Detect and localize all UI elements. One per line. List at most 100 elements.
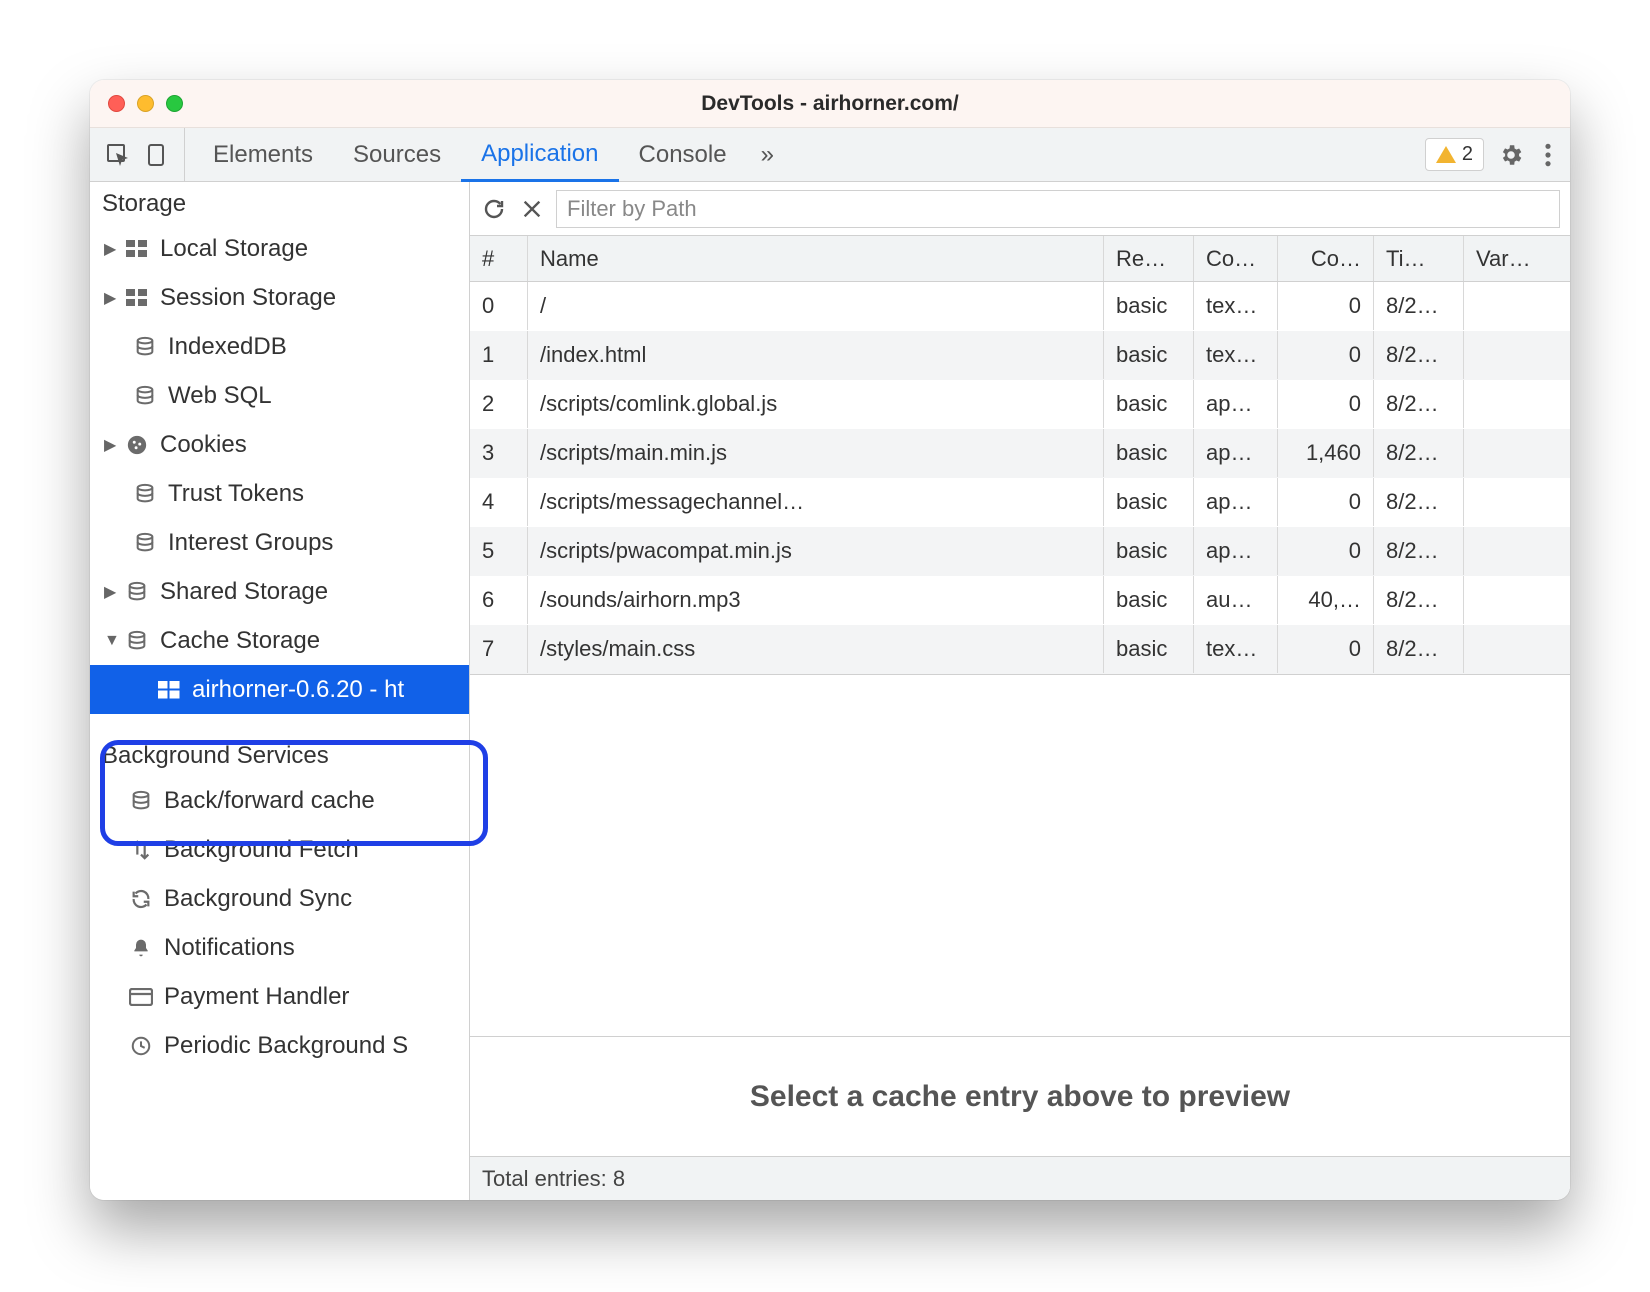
sidebar-item-interest-groups[interactable]: Interest Groups (90, 518, 469, 567)
sidebar-item-label: IndexedDB (168, 333, 287, 361)
cell: 0 (1278, 380, 1374, 428)
col-vary[interactable]: Var… (1464, 236, 1570, 281)
cell: 8/2… (1374, 282, 1464, 330)
cell: tex… (1194, 282, 1278, 330)
sidebar-item-notifications[interactable]: Notifications (90, 923, 469, 972)
table-row[interactable]: 3/scripts/main.min.jsbasicap…1,4608/2… (470, 429, 1570, 478)
sidebar-item-shared-storage[interactable]: ▶ Shared Storage (90, 567, 469, 616)
sidebar-item-cookies[interactable]: ▶Cookies (90, 420, 469, 469)
col-response[interactable]: Re… (1104, 236, 1194, 281)
maximize-window-icon[interactable] (166, 95, 183, 112)
cell: /scripts/pwacompat.min.js (528, 527, 1104, 575)
settings-icon[interactable] (1492, 142, 1530, 168)
table-row[interactable]: 1/index.htmlbasictex…08/2… (470, 331, 1570, 380)
filter-input[interactable] (556, 190, 1560, 228)
device-toolbar-icon[interactable] (142, 141, 170, 169)
warnings-badge[interactable]: 2 (1425, 138, 1484, 171)
tab-application[interactable]: Application (461, 128, 618, 182)
cell: 40,… (1278, 576, 1374, 624)
table-row[interactable]: 7/styles/main.cssbasictex…08/2… (470, 625, 1570, 674)
db-icon (124, 628, 150, 654)
sidebar-item-label: Web SQL (168, 382, 272, 410)
cell: tex… (1194, 331, 1278, 379)
window-controls (108, 95, 183, 112)
table-row[interactable]: 5/scripts/pwacompat.min.jsbasicap…08/2… (470, 527, 1570, 576)
sidebar-item-airhorner-0-6-20-ht[interactable]: airhorner-0.6.20 - ht (90, 665, 469, 714)
overflow-tabs-icon[interactable]: » (747, 128, 788, 181)
cell: basic (1104, 576, 1194, 624)
minimize-window-icon[interactable] (137, 95, 154, 112)
table-row[interactable]: 0/basictex…08/2… (470, 282, 1570, 331)
cell: basic (1104, 478, 1194, 526)
cell: basic (1104, 429, 1194, 477)
sidebar-item-back-forward-cache[interactable]: Back/forward cache (90, 776, 469, 825)
sidebar-item-label: Shared Storage (160, 578, 328, 606)
warning-count: 2 (1462, 143, 1473, 166)
cell: /styles/main.css (528, 625, 1104, 673)
col-time[interactable]: Ti… (1374, 236, 1464, 281)
tab-console[interactable]: Console (619, 128, 747, 181)
cell: ap… (1194, 380, 1278, 428)
cell: ap… (1194, 527, 1278, 575)
cell: tex… (1194, 625, 1278, 673)
sidebar-item-session-storage[interactable]: ▶Session Storage (90, 273, 469, 322)
sidebar-item-label: Background Sync (164, 885, 352, 913)
cell: 5 (470, 527, 528, 575)
sidebar-item-label: Local Storage (160, 235, 308, 263)
cell (1464, 625, 1570, 673)
chevron-down-icon: ▼ (104, 632, 120, 650)
cell: ap… (1194, 478, 1278, 526)
col-name[interactable]: Name (528, 236, 1104, 281)
cell: 0 (1278, 331, 1374, 379)
table-footer: Total entries: 8 (470, 1156, 1570, 1200)
cell (1464, 331, 1570, 379)
cell: basic (1104, 331, 1194, 379)
table-row[interactable]: 6/sounds/airhorn.mp3basicau…40,…8/2… (470, 576, 1570, 625)
sidebar-item-background-fetch[interactable]: Background Fetch (90, 825, 469, 874)
application-sidebar: Storage ▶Local Storage▶Session StorageIn… (90, 182, 470, 1200)
sidebar-item-label: airhorner-0.6.20 - ht (192, 676, 404, 704)
cell: 0 (470, 282, 528, 330)
clear-icon[interactable] (518, 195, 546, 223)
cell: 1,460 (1278, 429, 1374, 477)
chevron-right-icon: ▶ (104, 582, 120, 602)
cell: 0 (1278, 282, 1374, 330)
tab-sources[interactable]: Sources (333, 128, 461, 181)
db-icon (132, 530, 158, 556)
cell: 0 (1278, 527, 1374, 575)
tab-elements[interactable]: Elements (193, 128, 333, 181)
sidebar-item-local-storage[interactable]: ▶Local Storage (90, 224, 469, 273)
cell: 8/2… (1374, 576, 1464, 624)
cell: 1 (470, 331, 528, 379)
table-row[interactable]: 2/scripts/comlink.global.jsbasicap…08/2… (470, 380, 1570, 429)
sidebar-item-background-sync[interactable]: Background Sync (90, 874, 469, 923)
panel-tabs: Elements Sources Application Console » (185, 128, 1425, 181)
col-index[interactable]: # (470, 236, 528, 281)
sidebar-item-web-sql[interactable]: Web SQL (90, 371, 469, 420)
sidebar-item-label: Background Fetch (164, 836, 359, 864)
inspect-element-icon[interactable] (104, 141, 132, 169)
db-icon (132, 383, 158, 409)
cache-table: # Name Re… Co… Co… Ti… Var… 0/basictex…0… (470, 236, 1570, 674)
sidebar-item-payment-handler[interactable]: Payment Handler (90, 972, 469, 1021)
grid-icon (156, 677, 182, 703)
cell: / (528, 282, 1104, 330)
sync-icon (128, 886, 154, 912)
close-window-icon[interactable] (108, 95, 125, 112)
cell: basic (1104, 625, 1194, 673)
arrows-icon (128, 837, 154, 863)
sidebar-item-cache-storage[interactable]: ▼Cache Storage (90, 616, 469, 665)
table-row[interactable]: 4/scripts/messagechannel…basicap…08/2… (470, 478, 1570, 527)
col-content-length[interactable]: Co… (1278, 236, 1374, 281)
sidebar-item-indexeddb[interactable]: IndexedDB (90, 322, 469, 371)
col-content-type[interactable]: Co… (1194, 236, 1278, 281)
clock-icon (128, 1033, 154, 1059)
cell: /index.html (528, 331, 1104, 379)
cell: 4 (470, 478, 528, 526)
sidebar-item-periodic-background-s[interactable]: Periodic Background S (90, 1021, 469, 1070)
refresh-icon[interactable] (480, 195, 508, 223)
kebab-menu-icon[interactable] (1538, 142, 1558, 168)
sidebar-item-trust-tokens[interactable]: Trust Tokens (90, 469, 469, 518)
cell (1464, 429, 1570, 477)
cell (1464, 478, 1570, 526)
